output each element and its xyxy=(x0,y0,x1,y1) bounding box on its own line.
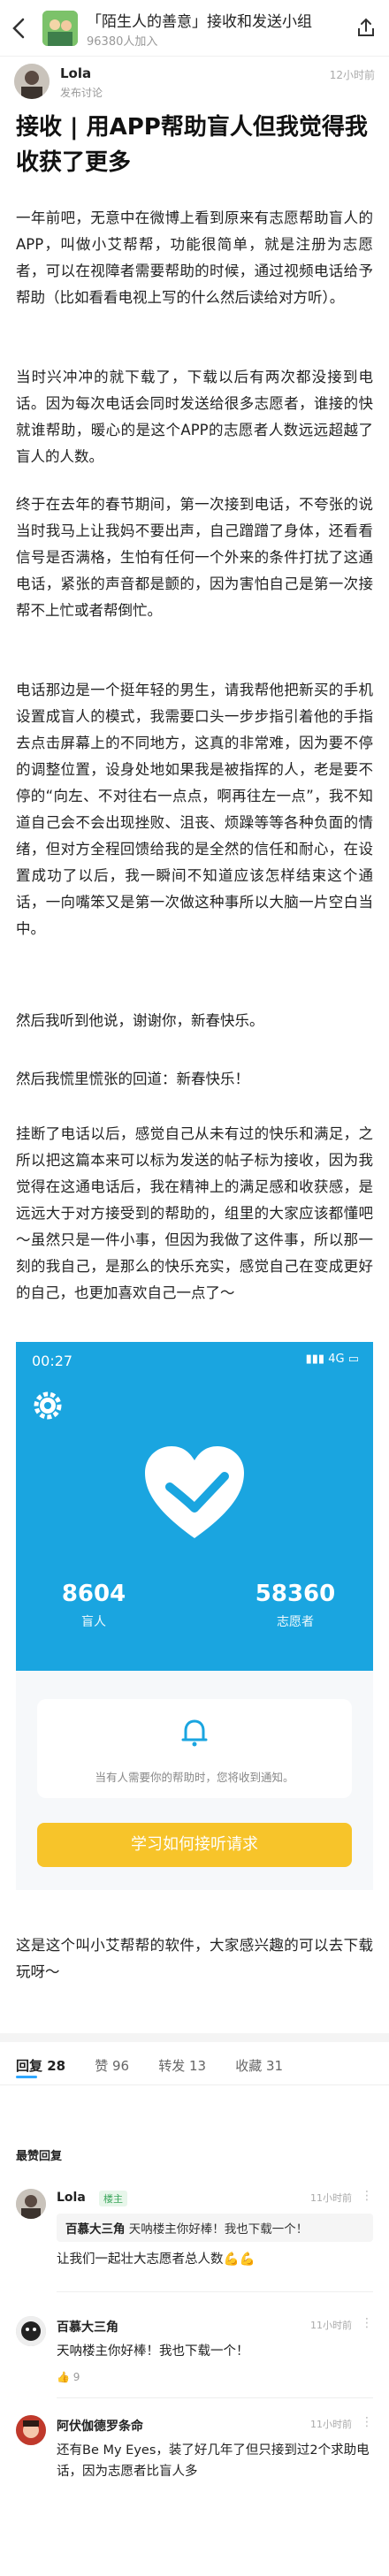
app-screenshot-image: 00:27 ▮▮▮ 4G ▭ 8604 盲人 58360 志愿者 当有人需要你的… xyxy=(16,1342,373,1890)
comment-like-button[interactable]: 👍 9 xyxy=(57,2371,80,2383)
post-paragraph: 这是这个叫小艾帮帮的软件，大家感兴趣的可以去下载玩呀～ xyxy=(16,1937,373,1980)
group-name[interactable]: 「陌生人的善意」接收和发送小组 xyxy=(87,9,312,31)
more-options-icon[interactable]: ⋮ xyxy=(361,2189,373,2203)
comment-time: 11小时前 xyxy=(310,2419,352,2430)
tab-replies[interactable]: 回复 28 xyxy=(16,2056,65,2075)
signal-icon: ▮▮▮ xyxy=(305,1353,329,1366)
comment-text: 让我们一起壮大志愿者总人数💪💪 xyxy=(57,2252,256,2267)
author-name[interactable]: Lola xyxy=(60,65,91,81)
post-paragraph: 当时兴冲冲的就下载了，下载以后有两次都没接到电话。因为每次电话会同时发送给很多志… xyxy=(16,369,373,465)
heart-hand-logo-icon xyxy=(140,1439,249,1549)
comment-item: 阿伏伽德罗条命 11小时前 ⋮ 还有Be My Eyes，装了好几年了但只接到过… xyxy=(16,2415,373,2521)
commenter-name[interactable]: Lola xyxy=(57,2191,86,2205)
more-options-icon[interactable]: ⋮ xyxy=(361,2316,373,2330)
commenter-avatar[interactable] xyxy=(16,2189,46,2219)
blind-stat: 8604 盲人 xyxy=(32,1581,156,1630)
back-arrow-icon[interactable] xyxy=(9,16,30,41)
battery-icon: ▭ xyxy=(344,1353,359,1366)
comment-time: 11小时前 xyxy=(310,2320,352,2331)
post-author: Lola 发布讨论 12小时前 xyxy=(14,64,375,104)
divider xyxy=(57,2291,373,2292)
bell-icon xyxy=(177,1715,212,1750)
app-clock: 00:27 xyxy=(32,1353,73,1369)
comment-text: 天呐楼主你好棒！我也下载一个！ xyxy=(57,2344,249,2359)
post-paragraph: 然后我慌里慌张的回道：新春快乐！ xyxy=(16,1071,249,1087)
blind-count: 8604 xyxy=(61,1581,126,1607)
post-paragraph: 一年前吧，无意中在微博上看到原来有志愿帮助盲人的APP，叫做小艾帮帮，功能很简单… xyxy=(16,210,373,306)
post-time: 12小时前 xyxy=(329,69,375,81)
tab-bar: 回复 28 赞 96 转发 13 收藏 31 xyxy=(16,2056,308,2081)
volunteer-count: 58360 xyxy=(255,1581,336,1607)
commenter-name[interactable]: 阿伏伽德罗条命 xyxy=(57,2417,143,2435)
post-paragraph: 电话那边是一个挺年轻的男生，请我帮他把新买的手机设置成盲人的模式，我需要口头一步… xyxy=(16,682,373,937)
post-paragraph: 然后我听到他说，谢谢你，新春快乐。 xyxy=(16,1012,264,1029)
comment-item: 百慕大三角 11小时前 ⋮ 天呐楼主你好棒！我也下载一个！ 👍 9 xyxy=(16,2316,373,2422)
commenter-avatar[interactable] xyxy=(16,2415,46,2445)
blind-label: 盲人 xyxy=(81,1615,106,1629)
learn-answer-request-button: 学习如何接听请求 xyxy=(37,1823,352,1867)
tab-likes[interactable]: 赞 96 xyxy=(95,2056,129,2075)
app-bottom-panel: 当有人需要你的帮助时，您将收到通知。 学习如何接听请求 xyxy=(16,1671,373,1890)
sort-label: 最赞回复 xyxy=(16,2150,63,2163)
more-options-icon[interactable]: ⋮ xyxy=(361,2415,373,2429)
share-icon[interactable] xyxy=(354,16,378,41)
author-avatar[interactable] xyxy=(14,64,50,99)
divider xyxy=(57,2397,373,2398)
op-badge: 楼主 xyxy=(99,2191,127,2206)
comment-time: 11小时前 xyxy=(310,2192,352,2204)
comment-like-count: 9 xyxy=(72,2371,80,2383)
comment-item: Lola 楼主 11小时前 ⋮ 百慕大三角 天呐楼主你好棒！我也下载一个！ 让我… xyxy=(16,2189,373,2304)
group-member-count: 96380人加入 xyxy=(87,35,158,49)
post-title: 接收 | 用APP帮助盲人但我觉得我收获了更多 xyxy=(16,114,368,176)
interaction-tabs: 回复 28 赞 96 转发 13 收藏 31 xyxy=(0,2033,389,2081)
post-paragraph: 终于在去年的春节期间，第一次接到电话，不夸张的说当时我马上让我妈不要出声，自己蹭… xyxy=(16,496,373,619)
post-paragraph: 挂断了电话以后，感觉自己从未有过的快乐和满足，之所以把这篇本来可以标为发送的帖子… xyxy=(16,1125,373,1301)
volunteer-label: 志愿者 xyxy=(277,1615,314,1629)
author-subtitle: 发布讨论 xyxy=(60,87,103,99)
comment-text: 还有Be My Eyes，装了好几年了但只接到过2个求助电话，因为志愿者比盲人多 xyxy=(57,2443,370,2479)
volunteer-stat: 58360 志愿者 xyxy=(233,1581,357,1630)
app-network-indicator: ▮▮▮ 4G ▭ xyxy=(305,1353,359,1366)
quoted-reply: 百慕大三角 天呐楼主你好棒！我也下载一个！ xyxy=(57,2214,373,2242)
notification-text: 当有人需要你的帮助时，您将收到通知。 xyxy=(95,1771,294,1784)
active-tab-indicator xyxy=(16,2076,37,2078)
divider xyxy=(0,2084,389,2085)
app-status-bar: 00:27 ▮▮▮ 4G ▭ xyxy=(16,1342,373,1381)
quoted-author: 百慕大三角 xyxy=(65,2222,126,2237)
tab-reposts[interactable]: 转发 13 xyxy=(158,2056,206,2075)
commenter-name[interactable]: 百慕大三角 xyxy=(57,2318,118,2336)
quoted-text: 天呐楼主你好棒！我也下载一个！ xyxy=(128,2222,309,2237)
thumbs-up-icon: 👍 xyxy=(57,2371,70,2383)
gear-icon xyxy=(30,1388,65,1423)
group-avatar[interactable] xyxy=(42,11,78,46)
commenter-avatar[interactable] xyxy=(16,2316,46,2346)
tab-favorites[interactable]: 收藏 31 xyxy=(235,2056,283,2075)
top-bar: 「陌生人的善意」接收和发送小组 96380人加入 xyxy=(0,0,389,57)
notification-card: 当有人需要你的帮助时，您将收到通知。 xyxy=(37,1699,352,1798)
